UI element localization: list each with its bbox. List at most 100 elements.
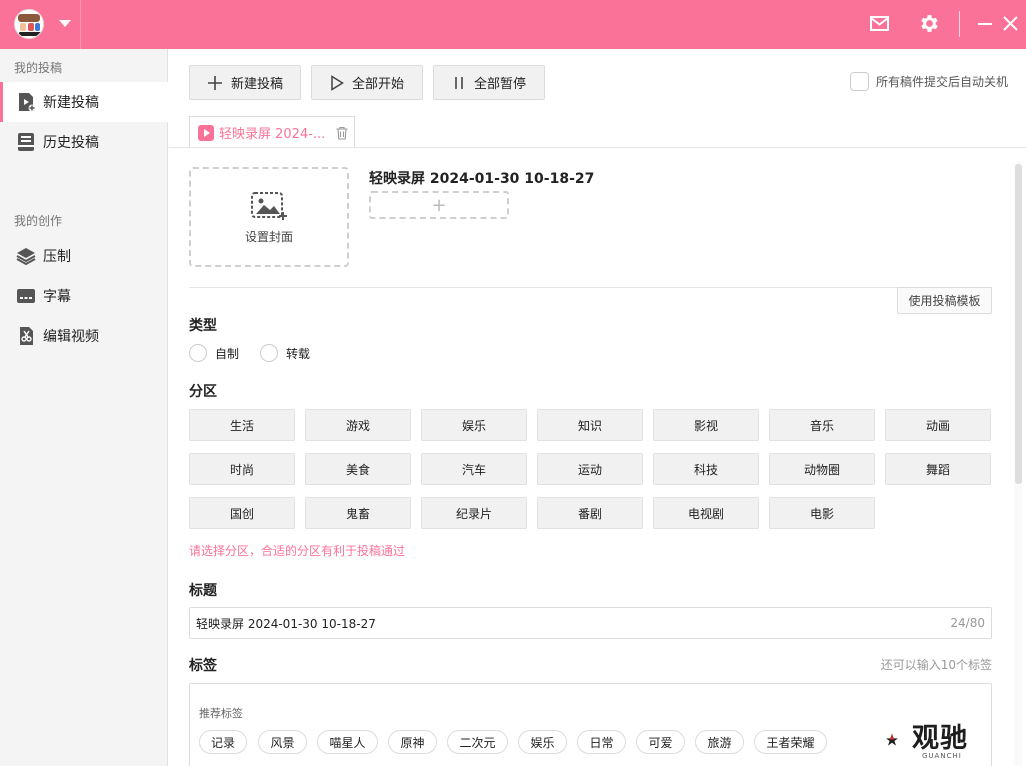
layers-icon xyxy=(16,248,36,266)
avatar[interactable] xyxy=(14,9,44,39)
add-part-button[interactable]: + xyxy=(369,191,509,219)
account-dropdown-icon[interactable] xyxy=(59,20,71,27)
set-cover-button[interactable]: 设置封面 xyxy=(189,167,349,267)
category-button[interactable]: 番剧 xyxy=(537,497,643,529)
type-option-repost[interactable]: 转载 xyxy=(260,344,310,362)
recommended-tag[interactable]: 二次元 xyxy=(447,730,508,754)
titlebar-divider xyxy=(80,0,81,49)
type-option-original[interactable]: 自制 xyxy=(189,344,239,362)
recommended-tag[interactable]: 风景 xyxy=(258,730,307,754)
category-button[interactable]: 鬼畜 xyxy=(305,497,411,529)
sidebar-item-label: 历史投稿 xyxy=(43,135,99,151)
recommended-tag[interactable]: 娱乐 xyxy=(518,730,567,754)
sidebar-item-label: 编辑视频 xyxy=(43,329,99,345)
auto-shutdown-option[interactable]: 所有稿件提交后自动关机 xyxy=(850,72,1008,91)
type-option-label: 自制 xyxy=(215,346,240,361)
sidebar-item-label: 新建投稿 xyxy=(43,95,99,111)
watermark-subtext: GUANCHI xyxy=(922,752,962,760)
play-icon xyxy=(331,74,344,91)
recommended-tag[interactable]: 喵星人 xyxy=(317,730,378,754)
recommended-tag[interactable]: 记录 xyxy=(199,730,247,754)
sidebar-item-label: 压制 xyxy=(43,249,71,265)
sidebar-section-my-creation: 我的创作 xyxy=(14,214,63,228)
category-button[interactable]: 国创 xyxy=(189,497,295,529)
category-button[interactable]: 科技 xyxy=(653,453,759,485)
use-template-button[interactable]: 使用投稿模板 xyxy=(897,287,992,314)
titlebar-separator xyxy=(959,11,960,37)
radio-circle[interactable] xyxy=(189,344,207,362)
recommended-tags-label: 推荐标签 xyxy=(199,707,243,720)
pause-all-label: 全部暂停 xyxy=(473,77,526,92)
category-button[interactable]: 汽车 xyxy=(421,453,527,485)
title-bar xyxy=(0,0,1026,49)
category-button[interactable]: 游戏 xyxy=(305,409,411,441)
sidebar-item-label: 字幕 xyxy=(43,289,71,305)
title-char-counter: 24/80 xyxy=(950,616,985,630)
sidebar-section-my-submissions: 我的投稿 xyxy=(14,61,63,75)
category-button[interactable]: 舞蹈 xyxy=(885,453,991,485)
sidebar: 我的投稿 新建投稿 历史投稿 我的创作 压制 字幕 编辑视频 xyxy=(0,49,168,766)
sidebar-item-edit-video[interactable]: 编辑视频 xyxy=(0,316,168,356)
new-submission-label: 新建投稿 xyxy=(230,77,283,92)
start-all-button[interactable]: 全部开始 xyxy=(311,65,423,100)
category-button[interactable]: 动物圈 xyxy=(769,453,875,485)
history-icon xyxy=(18,133,34,151)
subtitle-icon xyxy=(17,289,35,303)
video-file-icon xyxy=(198,124,214,141)
set-cover-label: 设置封面 xyxy=(244,229,293,244)
category-button[interactable]: 电视剧 xyxy=(653,497,759,529)
tag-section-label: 标签 xyxy=(189,658,217,674)
pause-all-button[interactable]: 全部暂停 xyxy=(433,65,545,100)
category-button[interactable]: 时尚 xyxy=(189,453,295,485)
recommended-tag[interactable]: 原神 xyxy=(388,730,437,754)
gear-icon[interactable] xyxy=(918,12,941,35)
type-section-label: 类型 xyxy=(189,318,217,334)
title-input[interactable]: 轻映录屏 2024-01-30 10-18-27 24/80 xyxy=(189,607,992,639)
recommended-tag[interactable]: 可爱 xyxy=(636,730,685,754)
category-button[interactable]: 美食 xyxy=(305,453,411,485)
trash-icon[interactable] xyxy=(335,126,349,140)
recommended-tag[interactable]: 日常 xyxy=(577,730,626,754)
new-submission-icon xyxy=(19,93,36,112)
category-button[interactable]: 动画 xyxy=(885,409,991,441)
mail-icon[interactable] xyxy=(870,16,889,31)
category-hint: 请选择分区，合适的分区有利于投稿通过 xyxy=(189,544,406,558)
pause-icon xyxy=(455,76,463,89)
edit-video-icon xyxy=(20,327,33,345)
plus-icon xyxy=(207,75,222,90)
sidebar-item-history[interactable]: 历史投稿 xyxy=(0,122,168,162)
file-tab-label: 轻映录屏 2024-... xyxy=(219,127,326,142)
category-button[interactable]: 音乐 xyxy=(769,409,875,441)
sidebar-item-new-submission[interactable]: 新建投稿 xyxy=(0,82,168,122)
sidebar-item-subtitle[interactable]: 字幕 xyxy=(0,276,168,316)
recommended-tag[interactable]: 旅游 xyxy=(695,730,744,754)
watermark-star-icon xyxy=(886,733,898,746)
close-icon[interactable] xyxy=(1002,15,1019,32)
title-section-label: 标题 xyxy=(189,583,217,599)
radio-circle[interactable] xyxy=(260,344,278,362)
file-tab[interactable]: 轻映录屏 2024-... xyxy=(189,116,355,148)
tab-divider xyxy=(169,147,1026,148)
category-button[interactable]: 影视 xyxy=(653,409,759,441)
auto-shutdown-label: 所有稿件提交后自动关机 xyxy=(876,75,1009,89)
category-button[interactable]: 生活 xyxy=(189,409,295,441)
recommended-tag[interactable]: 王者荣耀 xyxy=(754,730,827,754)
category-button[interactable]: 电影 xyxy=(769,497,875,529)
category-button[interactable]: 娱乐 xyxy=(421,409,527,441)
type-option-label: 转载 xyxy=(286,346,311,361)
title-input-value: 轻映录屏 2024-01-30 10-18-27 xyxy=(196,616,376,631)
auto-shutdown-checkbox[interactable] xyxy=(850,72,869,91)
image-add-icon xyxy=(251,191,287,220)
section-divider xyxy=(189,287,992,288)
video-title: 轻映录屏 2024-01-30 10-18-27 xyxy=(369,171,595,187)
watermark-text: 观驰 xyxy=(912,723,968,754)
category-button[interactable]: 运动 xyxy=(537,453,643,485)
scrollbar-thumb[interactable] xyxy=(1015,164,1022,484)
minimize-icon[interactable] xyxy=(978,23,992,25)
new-submission-button[interactable]: 新建投稿 xyxy=(189,65,301,100)
sidebar-item-compress[interactable]: 压制 xyxy=(0,236,168,276)
category-section-label: 分区 xyxy=(189,384,217,400)
tag-remaining-hint: 还可以输入10个标签 xyxy=(880,658,992,672)
category-button[interactable]: 知识 xyxy=(537,409,643,441)
category-button[interactable]: 纪录片 xyxy=(421,497,527,529)
